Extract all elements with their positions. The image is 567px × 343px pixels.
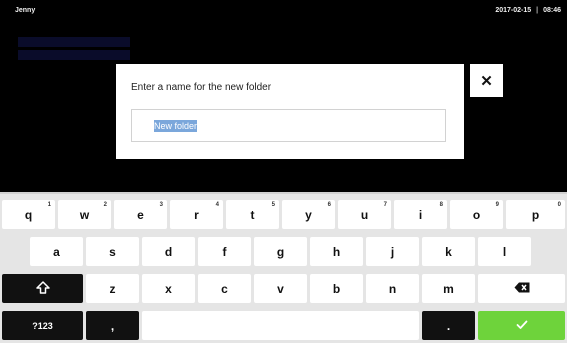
key-hint: 6 [327,202,331,208]
key-hint: 5 [271,202,275,208]
key-label: y [305,207,312,222]
dialog-title: Enter a name for the new folder [131,82,272,93]
numbers-key[interactable]: ?123 [2,311,83,340]
key-label: h [332,244,341,259]
folder-name-input[interactable]: New folder [131,109,446,142]
status-bar: Jenny 2017-02-15 | 08:46 [0,0,567,22]
folder-name-value: New folder [154,119,198,132]
date-time: 2017-02-15 | 08:46 [495,7,561,14]
shift-key[interactable] [2,274,83,303]
key-hint: 2 [103,202,107,208]
key-v[interactable]: v [254,274,307,303]
backspace-key[interactable] [478,274,565,303]
key-w[interactable]: w 2 [58,200,111,229]
status-date: 2017-02-15 [495,7,532,14]
status-time: 08:46 [543,7,561,14]
key-label: o [472,207,481,222]
key-label: v [277,281,284,296]
onscreen-keyboard: q 1 w 2 e 3 r 4 t 5 y 6 u 7 i 8 o 9 p 0 … [0,192,567,343]
key-label: i [418,207,423,222]
key-label: b [332,281,341,296]
key-f[interactable]: f [198,237,251,266]
key-label: m [443,281,454,296]
key-q[interactable]: q 1 [2,200,55,229]
key-label: ?123 [32,320,53,331]
key-s[interactable]: s [86,237,139,266]
key-hint: 8 [439,202,443,208]
user-name: Jenny [15,7,36,14]
key-hint: 7 [383,202,387,208]
key-label: q [24,207,33,222]
key-label: u [360,207,369,222]
key-hint: 9 [495,202,499,208]
key-label: e [137,207,144,222]
key-label: c [221,281,228,296]
background-blurred-item [18,50,130,60]
checkmark-icon [516,319,528,333]
key-label: a [53,244,60,259]
key-label: f [222,244,227,259]
backspace-icon [514,282,530,296]
key-label: n [388,281,397,296]
key-y[interactable]: y 6 [282,200,335,229]
close-button[interactable]: ✕ [470,64,503,97]
key-x[interactable]: x [142,274,195,303]
key-label: k [445,244,452,259]
key-b[interactable]: b [310,274,363,303]
key-label: w [79,207,90,222]
key-i[interactable]: i 8 [394,200,447,229]
key-label: r [194,207,199,222]
shift-icon [35,280,50,297]
period-key[interactable]: . [422,311,475,340]
key-k[interactable]: k [422,237,475,266]
key-hint: 1 [47,202,51,208]
background-blurred-item [18,37,130,47]
key-o[interactable]: o 9 [450,200,503,229]
key-u[interactable]: u 7 [338,200,391,229]
key-hint: 4 [215,202,219,208]
key-t[interactable]: t 5 [226,200,279,229]
key-p[interactable]: p 0 [506,200,565,229]
new-folder-dialog: Enter a name for the new folder New fold… [116,64,464,159]
key-label: z [109,281,116,296]
status-separator: | [536,7,539,14]
key-hint: 0 [557,202,561,208]
close-icon: ✕ [480,72,493,90]
key-g[interactable]: g [254,237,307,266]
key-j[interactable]: j [366,237,419,266]
key-hint: 3 [159,202,163,208]
key-r[interactable]: r 4 [170,200,223,229]
key-label: d [164,244,173,259]
key-label: s [109,244,116,259]
key-l[interactable]: l [478,237,531,266]
key-label: . [446,318,451,333]
key-label: , [110,318,115,333]
enter-key[interactable] [478,311,565,340]
key-label: g [276,244,285,259]
key-h[interactable]: h [310,237,363,266]
key-label: j [390,244,395,259]
key-z[interactable]: z [86,274,139,303]
key-d[interactable]: d [142,237,195,266]
key-m[interactable]: m [422,274,475,303]
key-c[interactable]: c [198,274,251,303]
key-label: t [250,207,255,222]
key-label: l [502,244,507,259]
key-e[interactable]: e 3 [114,200,167,229]
key-a[interactable]: a [30,237,83,266]
comma-key[interactable]: , [86,311,139,340]
key-label: x [165,281,172,296]
key-label: p [531,207,540,222]
key-n[interactable]: n [366,274,419,303]
space-key[interactable] [142,311,419,340]
